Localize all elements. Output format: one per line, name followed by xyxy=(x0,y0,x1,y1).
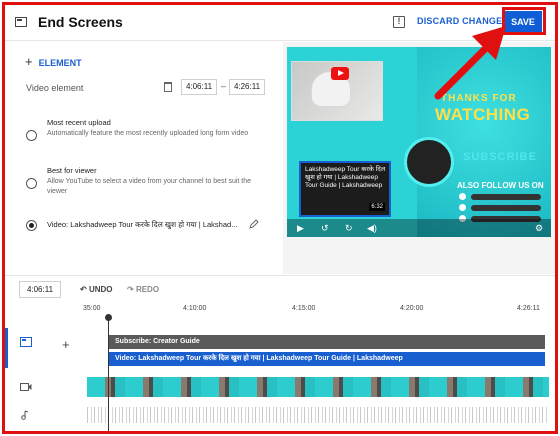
redacted-handle xyxy=(471,205,541,211)
tick-label: 4:26:11 xyxy=(517,305,540,312)
youtube-logo-icon xyxy=(331,67,349,80)
save-highlight-box xyxy=(502,7,546,35)
also-follow-text: ALSO FOLLOW US ON xyxy=(457,181,544,190)
plus-icon: + xyxy=(25,54,33,69)
option-title: Most recent upload xyxy=(47,118,111,127)
audio-track-icon xyxy=(21,410,29,420)
trash-icon[interactable] xyxy=(164,82,172,92)
settings-icon[interactable]: ⚙ xyxy=(535,223,543,234)
video-track-icon xyxy=(20,383,32,391)
add-element-lane-icon[interactable]: + xyxy=(62,337,70,352)
current-time-input[interactable]: 4:06:11 xyxy=(19,281,61,298)
option-description: Allow YouTube to select a video from you… xyxy=(47,178,252,195)
rewind-icon[interactable]: ↺ xyxy=(321,223,329,234)
elements-lane-icon xyxy=(20,337,32,347)
page-title: End Screens xyxy=(38,14,123,30)
video-element-card[interactable]: Lakshadweep Tour करके दिल खुश हो गया | L… xyxy=(299,161,391,217)
tick-label: 4:10:00 xyxy=(183,305,207,312)
facebook-icon xyxy=(459,204,466,211)
add-element-label: ELEMENT xyxy=(38,58,82,68)
watching-text: WATCHING xyxy=(435,105,531,124)
radio-most-recent[interactable] xyxy=(26,130,37,141)
card-title: Lakshadweep Tour करके दिल खुश हो गया | L… xyxy=(305,166,386,189)
option-title: Video: Lakshadweep Tour करके दिल खुश हो … xyxy=(47,220,238,229)
video-element-label: Video element xyxy=(26,83,84,93)
redo-button[interactable]: ↷ REDO xyxy=(127,285,159,294)
play-icon[interactable]: ▶ xyxy=(297,223,304,234)
undo-button[interactable]: ↶ UNDO xyxy=(80,285,113,294)
player-controls: ▶ ↺ ↻ ◀) ⚙ xyxy=(287,219,551,237)
feedback-icon[interactable]: ! xyxy=(393,16,405,28)
tick-label: 4:20:00 xyxy=(400,305,424,312)
radio-best-for-viewer[interactable] xyxy=(26,178,37,189)
editor-header: End Screens ! DISCARD CHANGES SAVE xyxy=(5,5,555,41)
tick-label: 35:00 xyxy=(83,305,101,312)
end-screens-editor: End Screens ! DISCARD CHANGES SAVE + ELEM… xyxy=(2,2,558,434)
selected-lane-indicator xyxy=(5,328,8,368)
time-range-dash: – xyxy=(221,81,227,91)
video-filmstrip[interactable] xyxy=(87,377,549,397)
radio-specific-video[interactable] xyxy=(26,220,37,231)
option-title: Best for viewer xyxy=(47,166,97,175)
end-time-input[interactable]: 4:26:11 xyxy=(229,79,265,95)
subscribe-text: SUBSCRIBE xyxy=(463,151,537,163)
subscribe-element[interactable] xyxy=(404,137,454,187)
add-element-button[interactable]: + ELEMENT xyxy=(25,54,82,69)
volume-icon[interactable]: ◀) xyxy=(367,223,377,234)
discard-changes-button[interactable]: DISCARD CHANGES xyxy=(417,16,509,26)
video-element-bar[interactable]: Video: Lakshadweep Tour करके दिल खुश हो … xyxy=(109,352,545,366)
card-duration: 6:32 xyxy=(369,203,385,211)
pencil-icon[interactable] xyxy=(249,219,259,229)
video-preview: THANKS FOR WATCHING SUBSCRIBE ALSO FOLLO… xyxy=(283,42,555,274)
undo-label: UNDO xyxy=(88,285,113,294)
preview-video[interactable]: THANKS FOR WATCHING SUBSCRIBE ALSO FOLLO… xyxy=(287,47,551,237)
start-time-input[interactable]: 4:06:11 xyxy=(181,79,217,95)
instagram-icon xyxy=(459,193,466,200)
end-screen-icon xyxy=(15,17,27,27)
playhead-handle[interactable] xyxy=(105,314,112,321)
timeline-toolbar: 4:06:11 ↶ UNDO ↷ REDO xyxy=(5,275,555,301)
element-panel: + ELEMENT Video element 4:06:11 – 4:26:11… xyxy=(5,42,280,274)
redo-label: REDO xyxy=(135,285,160,294)
subscribe-element-bar[interactable]: Subscribe: Creator Guide xyxy=(109,335,545,349)
thanks-text: THANKS FOR xyxy=(441,93,517,104)
forward-icon[interactable]: ↻ xyxy=(345,223,353,234)
redacted-handle xyxy=(471,194,541,200)
option-description: Automatically feature the most recently … xyxy=(47,130,249,137)
timeline-ruler: 35:00 4:10:00 4:15:00 4:20:00 4:26:11 xyxy=(5,303,555,319)
tick-label: 4:15:00 xyxy=(292,305,316,312)
audio-waveform[interactable] xyxy=(87,407,549,423)
playhead[interactable] xyxy=(108,316,109,431)
